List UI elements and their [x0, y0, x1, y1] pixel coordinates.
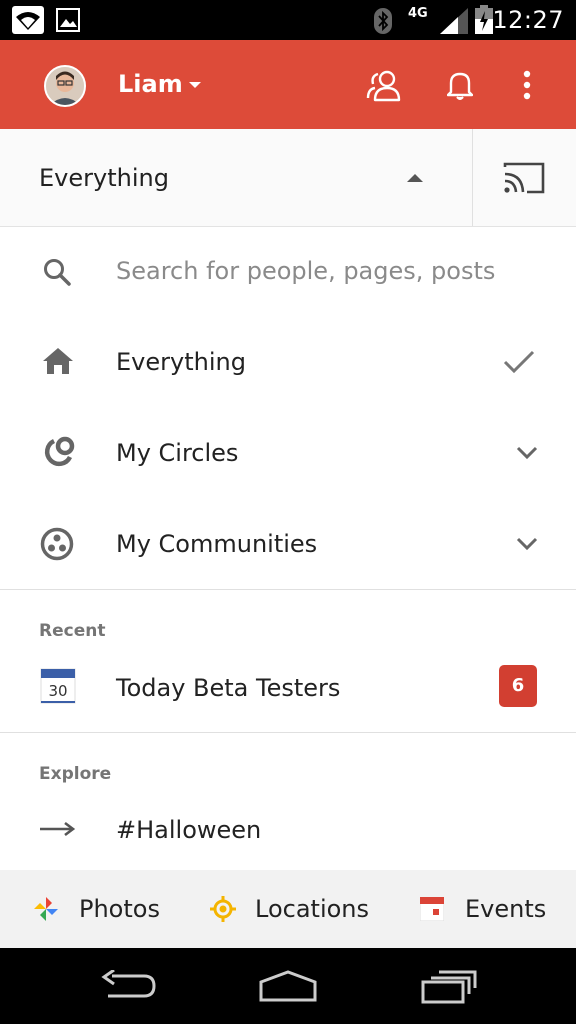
tab-label: Locations: [255, 895, 370, 923]
cast-button[interactable]: [473, 129, 576, 226]
circles-icon: [44, 436, 75, 467]
overflow-menu-icon[interactable]: [522, 70, 532, 100]
search-row[interactable]: Search for people, pages, posts: [0, 227, 576, 317]
recent-apps-icon[interactable]: [421, 968, 477, 1004]
bottom-tabs: Photos Locations Events: [0, 870, 576, 948]
app-bar: Liam: [0, 40, 576, 129]
search-input[interactable]: Search for people, pages, posts: [116, 257, 495, 285]
arrow-right-icon: [40, 821, 76, 837]
stream-selector-label: Everything: [39, 164, 169, 192]
check-icon: [503, 350, 535, 374]
section-title: Explore: [39, 764, 112, 784]
network-type: 4G: [408, 6, 428, 21]
photos-icon: [34, 897, 58, 921]
wifi-icon: [12, 6, 44, 34]
battery-icon: [475, 5, 493, 34]
bluetooth-icon: [374, 8, 392, 34]
account-dropdown-caret-icon[interactable]: [189, 82, 201, 88]
search-icon: [44, 259, 71, 286]
home-nav-icon[interactable]: [258, 970, 318, 1002]
account-name[interactable]: Liam: [118, 70, 183, 98]
explore-section: Explore #Halloween: [0, 733, 576, 870]
caret-up-icon[interactable]: [407, 174, 423, 182]
locations-icon: [210, 896, 236, 922]
recent-section: Recent 30 Today Beta Testers 6: [0, 590, 576, 733]
tab-label: Photos: [79, 895, 160, 923]
avatar-image: [46, 67, 84, 105]
signal-icon: [440, 8, 468, 34]
recent-item-label: Today Beta Testers: [116, 674, 341, 702]
menu-item-everything[interactable]: Everything: [0, 317, 576, 407]
people-icon[interactable]: [366, 68, 402, 102]
system-nav-bar: [0, 948, 576, 1024]
menu-item-my-communities[interactable]: My Communities: [0, 499, 576, 589]
cast-icon: [503, 162, 545, 194]
explore-item[interactable]: #Halloween: [0, 785, 576, 875]
tab-photos[interactable]: Photos: [0, 870, 190, 948]
explore-item-label: #Halloween: [116, 816, 262, 844]
stream-selector[interactable]: Everything: [0, 129, 576, 227]
communities-icon: [40, 527, 74, 561]
menu-item-label: My Circles: [116, 439, 239, 467]
menu-item-label: Everything: [116, 348, 246, 376]
unread-count-badge: 6: [499, 665, 537, 707]
chevron-down-icon[interactable]: [516, 537, 538, 551]
avatar[interactable]: [44, 65, 86, 107]
back-icon[interactable]: [100, 970, 156, 1002]
image-notification-icon: [56, 8, 80, 32]
calendar-day: 30: [48, 682, 68, 700]
tab-events[interactable]: Events: [390, 870, 576, 948]
home-icon: [43, 348, 73, 374]
section-title: Recent: [39, 621, 106, 641]
stream-menu: Search for people, pages, posts Everythi…: [0, 227, 576, 590]
notifications-bell-icon[interactable]: [447, 70, 473, 100]
menu-item-my-circles[interactable]: My Circles: [0, 408, 576, 498]
chevron-down-icon[interactable]: [516, 446, 538, 460]
menu-item-label: My Communities: [116, 530, 318, 558]
status-time: 12:27: [492, 6, 564, 34]
status-bar: 4G 12:27: [0, 0, 576, 40]
tab-locations[interactable]: Locations: [190, 870, 390, 948]
recent-item[interactable]: 30 Today Beta Testers 6: [0, 642, 576, 732]
events-icon: [420, 897, 444, 921]
tab-label: Events: [465, 895, 547, 923]
